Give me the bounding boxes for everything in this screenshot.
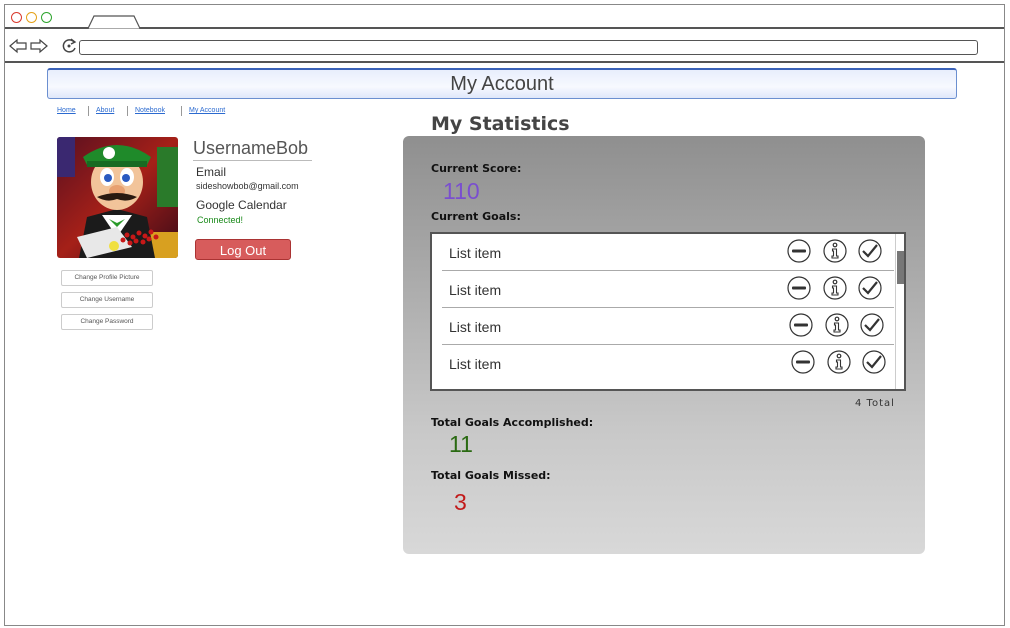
goal-label: List item	[449, 245, 502, 261]
statistics-heading: My Statistics	[431, 113, 570, 135]
goals-accomplished-value: 11	[449, 431, 473, 457]
forward-arrow-icon[interactable]	[30, 37, 48, 55]
remove-icon[interactable]	[789, 313, 813, 337]
nav-link-my-account[interactable]: My Account	[189, 107, 225, 114]
check-icon[interactable]	[858, 239, 882, 263]
change-profile-picture-button[interactable]: Change Profile Picture	[61, 270, 153, 286]
scrollbar-thumb[interactable]	[897, 251, 904, 284]
list-item[interactable]: List item	[442, 234, 894, 271]
goal-label: List item	[449, 356, 502, 372]
goals-scrollbar[interactable]	[895, 234, 904, 389]
list-item[interactable]: List item	[442, 271, 894, 308]
check-icon[interactable]	[858, 276, 882, 300]
current-goals-label: Current Goals:	[431, 210, 521, 223]
remove-icon[interactable]	[791, 350, 815, 374]
close-window-button[interactable]	[11, 12, 22, 23]
goals-accomplished-label: Total Goals Accomplished:	[431, 416, 594, 429]
nav-divider	[181, 106, 182, 116]
calendar-label: Google Calendar	[196, 198, 287, 212]
email-value: sideshowbob@gmail.com	[196, 181, 299, 191]
nav-divider	[127, 106, 128, 116]
nav-divider	[88, 106, 89, 116]
list-item[interactable]: List item	[442, 345, 894, 381]
title-bar	[5, 5, 1004, 29]
avatar	[57, 137, 178, 258]
info-icon[interactable]	[823, 239, 847, 263]
browser-tab[interactable]	[88, 15, 140, 29]
list-item[interactable]: List item	[442, 308, 894, 345]
goals-total-count: 4 Total	[855, 398, 895, 409]
current-score-label: Current Score:	[431, 162, 522, 175]
goal-label: List item	[449, 282, 502, 298]
goals-list: List item List item List item List item	[430, 232, 906, 391]
reload-icon[interactable]	[60, 37, 78, 55]
change-username-button[interactable]: Change Username	[61, 292, 153, 308]
goals-missed-value: 3	[454, 489, 467, 515]
remove-icon[interactable]	[787, 276, 811, 300]
email-label: Email	[196, 165, 227, 179]
info-icon[interactable]	[823, 276, 847, 300]
log-out-button[interactable]: Log Out	[195, 239, 291, 260]
goals-missed-label: Total Goals Missed:	[431, 469, 551, 482]
nav-link-about[interactable]: About	[96, 107, 114, 114]
info-icon[interactable]	[827, 350, 851, 374]
address-bar	[5, 29, 1004, 63]
nav-link-notebook[interactable]: Notebook	[135, 107, 165, 114]
info-icon[interactable]	[825, 313, 849, 337]
nav-link-home[interactable]: Home	[57, 107, 76, 114]
check-icon[interactable]	[860, 313, 884, 337]
check-icon[interactable]	[862, 350, 886, 374]
goal-label: List item	[449, 319, 502, 335]
maximize-window-button[interactable]	[41, 12, 52, 23]
username: UsernameBob	[193, 138, 309, 158]
url-input[interactable]	[79, 40, 978, 55]
divider	[193, 160, 312, 161]
current-score-value: 110	[443, 178, 480, 204]
page-title: My Account	[47, 68, 957, 99]
calendar-status: Connected!	[197, 215, 244, 225]
remove-icon[interactable]	[787, 239, 811, 263]
change-password-button[interactable]: Change Password	[61, 314, 153, 330]
back-arrow-icon[interactable]	[9, 37, 27, 55]
minimize-window-button[interactable]	[26, 12, 37, 23]
